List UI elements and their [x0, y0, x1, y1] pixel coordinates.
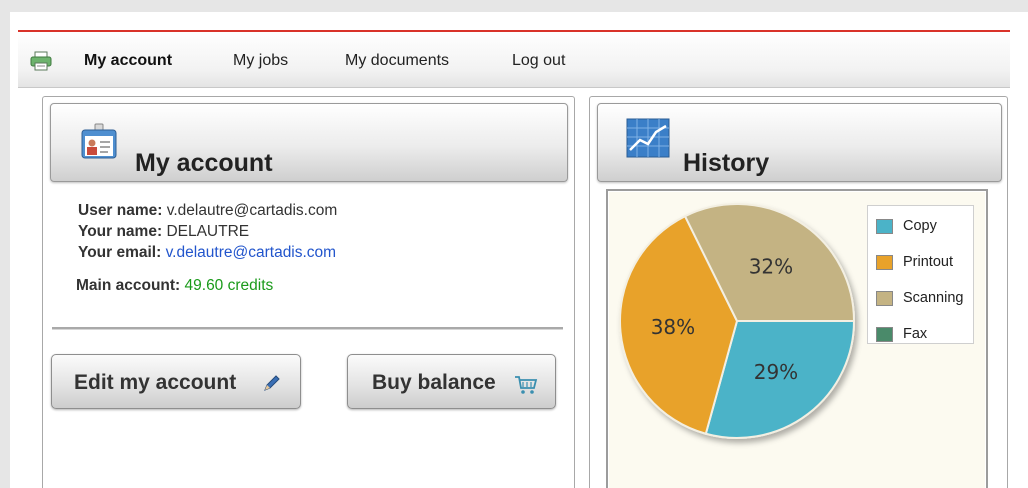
- pie-label-printout: 38%: [651, 315, 695, 339]
- nav-my-jobs[interactable]: My jobs: [233, 52, 288, 70]
- legend-swatch-fax: [876, 327, 893, 342]
- legend-swatch-copy: [876, 219, 893, 234]
- line-chart-icon: [626, 118, 670, 158]
- user-name-value: v.delautre@cartadis.com: [166, 202, 338, 219]
- legend-label-printout: Printout: [903, 254, 953, 270]
- top-navbar: My account My jobs My documents Log out: [18, 32, 1010, 88]
- chart-legend: Copy Printout Scanning Fax: [867, 205, 974, 344]
- email-label: Your email:: [78, 244, 162, 261]
- email-link[interactable]: v.delautre@cartadis.com: [166, 244, 337, 261]
- nav-my-documents[interactable]: My documents: [345, 52, 449, 70]
- id-card-icon: [81, 123, 117, 159]
- your-name-row: Your name: DELAUTRE: [78, 223, 249, 241]
- history-panel-title: History: [683, 149, 770, 177]
- section-divider: [52, 327, 563, 330]
- legend-swatch-scanning: [876, 291, 893, 306]
- main-account-label: Main account:: [76, 277, 181, 294]
- pencil-icon: [264, 375, 280, 391]
- your-name-value: DELAUTRE: [166, 223, 250, 240]
- legend-swatch-printout: [876, 255, 893, 270]
- history-panel-header: History: [597, 103, 1002, 182]
- legend-label-fax: Fax: [903, 326, 928, 342]
- user-name-label: User name:: [78, 202, 163, 219]
- nav-log-out[interactable]: Log out: [512, 52, 565, 70]
- buy-balance-button[interactable]: Buy balance: [347, 354, 556, 409]
- history-chart: 29% 38% 32% Copy Printout Scanning Fax: [606, 189, 988, 488]
- account-panel: My account User name: v.delautre@cartadi…: [42, 96, 575, 488]
- main-account-row: Main account: 49.60 credits: [76, 277, 273, 295]
- main-account-unit: credits: [227, 277, 274, 294]
- edit-account-button[interactable]: Edit my account: [51, 354, 301, 409]
- main-account-value: 49.60: [184, 277, 224, 294]
- edit-account-label: Edit my account: [74, 371, 237, 394]
- legend-label-copy: Copy: [903, 218, 937, 234]
- email-row: Your email: v.delautre@cartadis.com: [78, 244, 336, 262]
- nav-my-account[interactable]: My account: [84, 52, 172, 70]
- account-panel-header: My account: [50, 103, 568, 182]
- buy-balance-label: Buy balance: [372, 371, 496, 394]
- legend-label-scanning: Scanning: [903, 290, 964, 306]
- account-panel-title: My account: [135, 149, 273, 177]
- pie-label-copy: 29%: [754, 360, 798, 384]
- cart-icon: [515, 376, 538, 394]
- printer-icon: [30, 51, 52, 71]
- history-panel: History 29% 38% 32% Copy Printout Scanning Fa…: [589, 96, 1008, 488]
- user-name-row: User name: v.delautre@cartadis.com: [78, 202, 337, 220]
- your-name-label: Your name:: [78, 223, 163, 240]
- pie-label-scanning: 32%: [749, 254, 793, 278]
